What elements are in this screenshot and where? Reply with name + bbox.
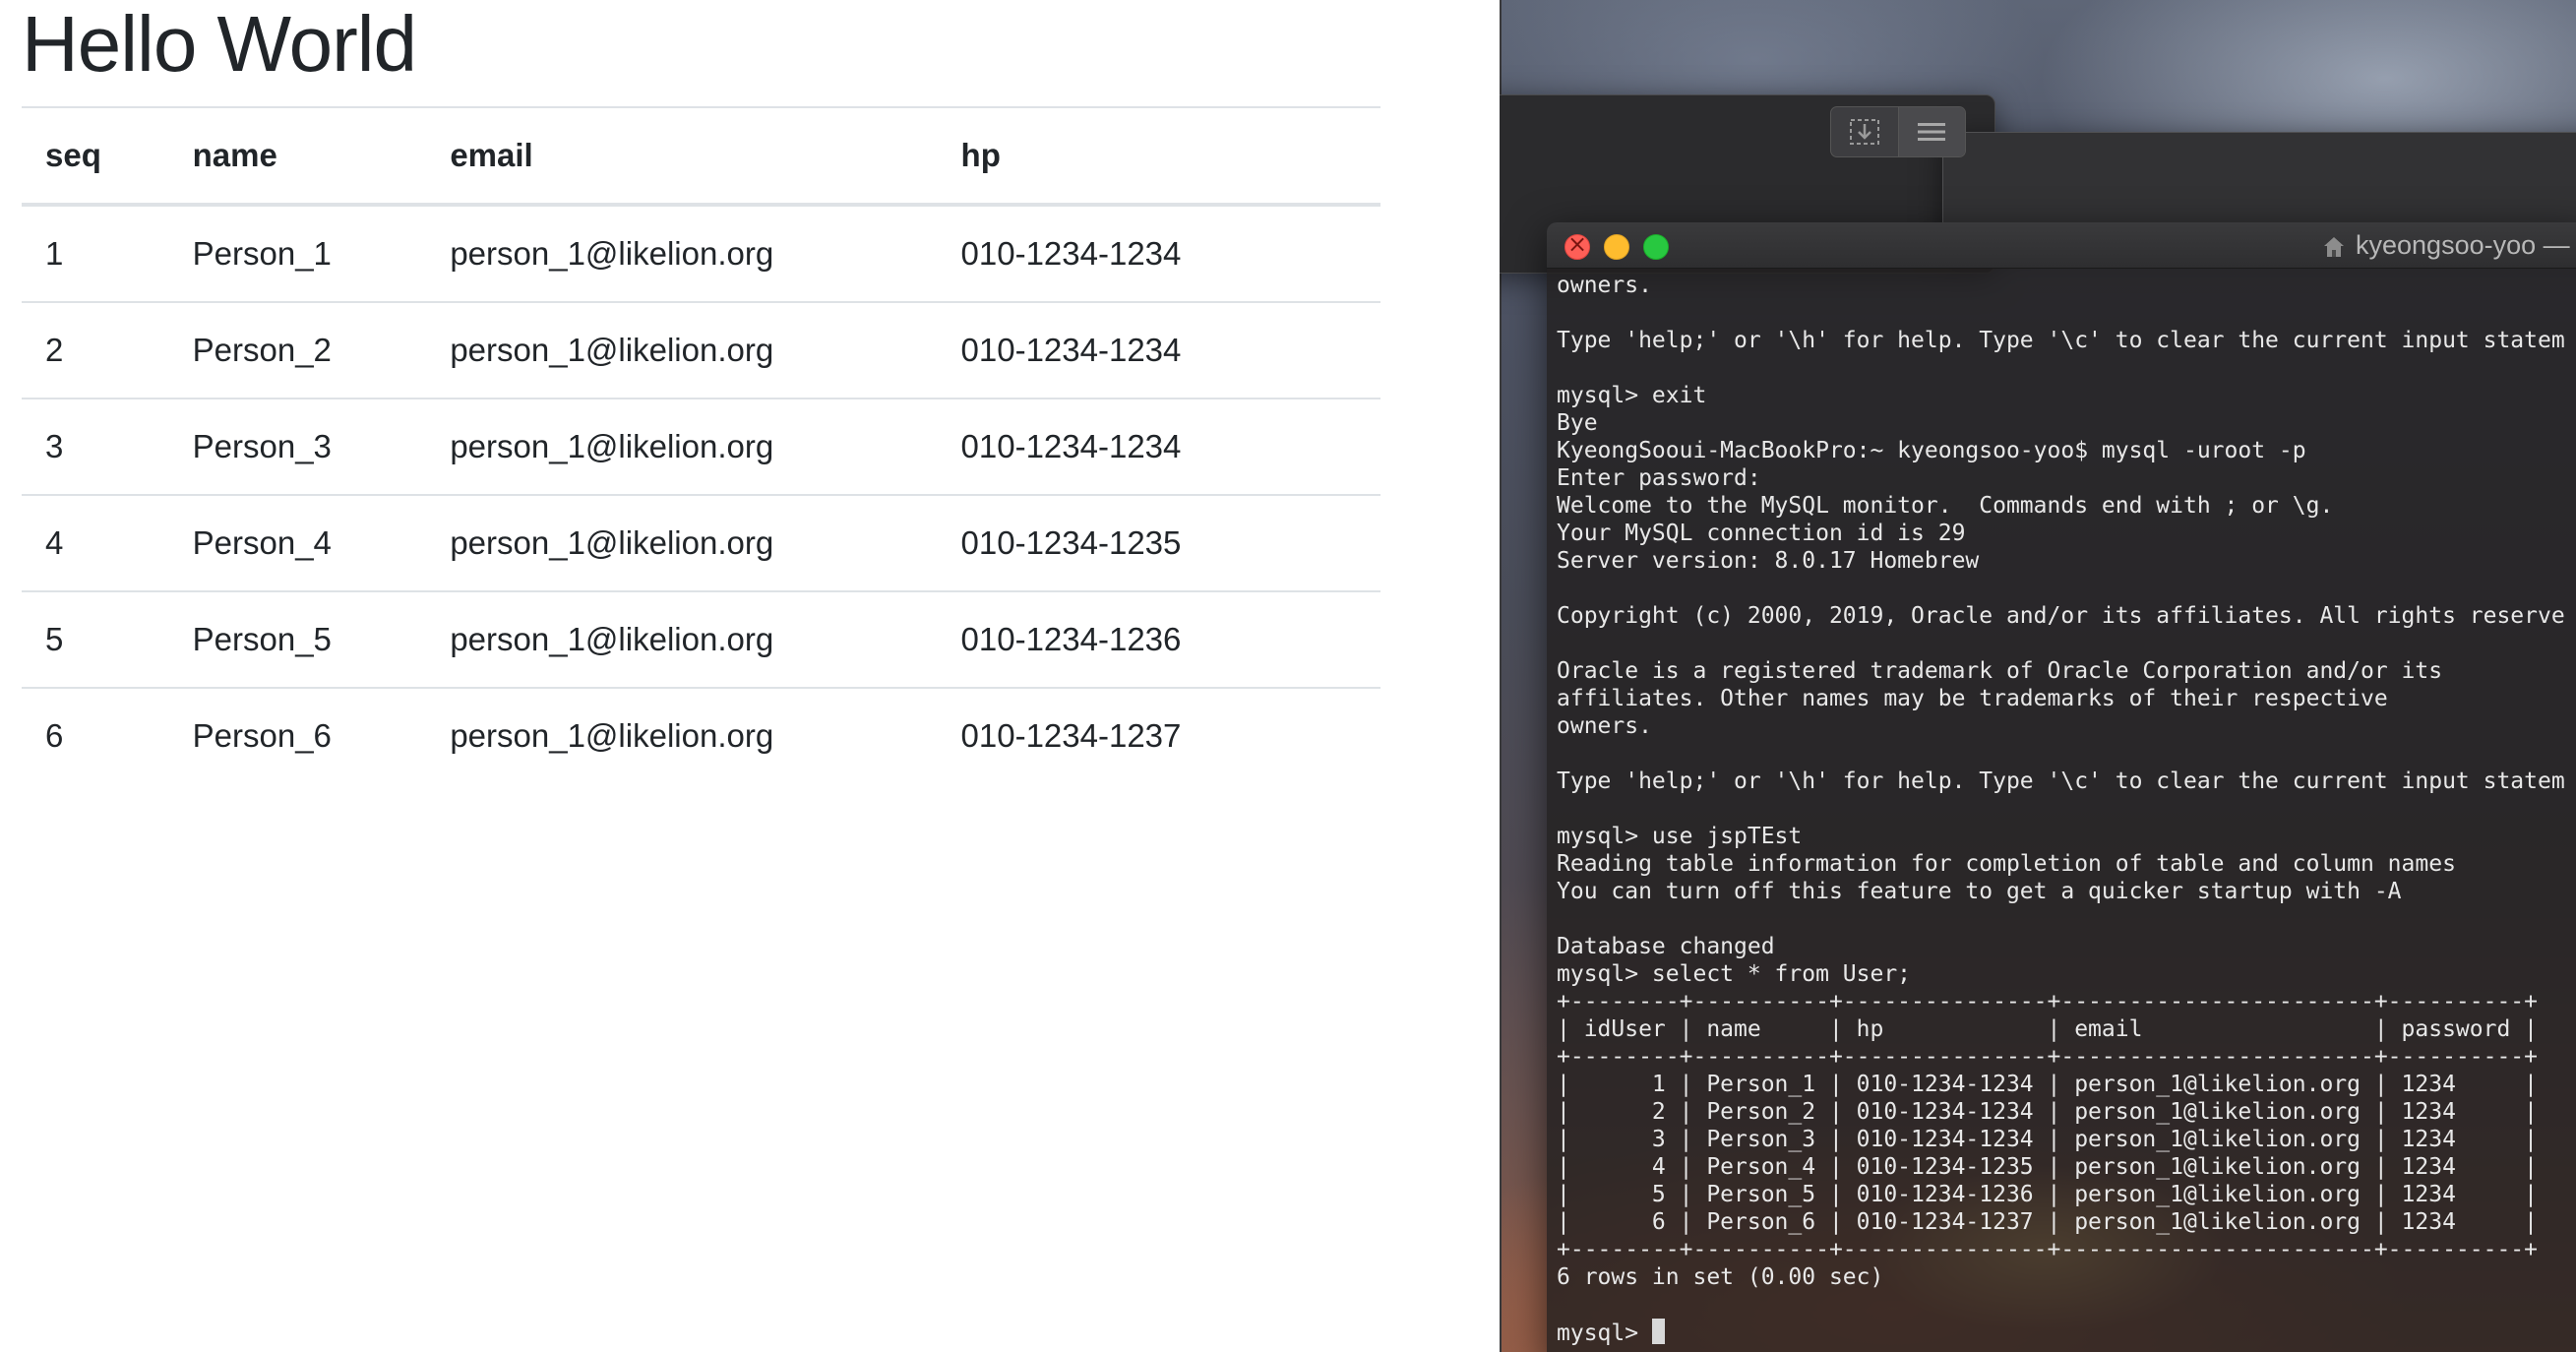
page-title: Hello World [22,0,417,88]
download-icon [1849,119,1879,145]
table-row: 6 Person_6 person_1@likelion.org 010-123… [22,688,1380,783]
column-header-seq: seq [22,106,169,207]
cell-email: person_1@likelion.org [450,717,774,754]
column-header-hp: hp [937,106,1380,207]
home-icon [2324,236,2344,257]
cell-name: Person_3 [168,399,427,496]
web-page: Hello World seq name email hp 1 Person_1… [0,0,1500,1352]
cell-name: Person_2 [168,302,427,399]
cell-seq: 2 [22,302,169,399]
cell-seq: 1 [22,205,169,303]
cell-email: person_1@likelion.org [426,399,938,496]
close-button[interactable] [1564,230,1590,260]
cell-seq: 4 [22,495,169,592]
cell-hp: 010-1234-1234 [937,399,1380,496]
cell-name: Person_5 [168,591,427,689]
cell-seq: 3 [22,399,169,496]
cell-name: Person_4 [168,495,427,592]
terminal-title-text: kyeongsoo-yoo — m [2356,230,2576,260]
desktop-background: kyeongsoo-yoo — m owners. Type 'help;' o… [1500,0,2576,1352]
table-row: 1 Person_1 person_1@likelion.org 010-123… [22,205,1380,303]
cell-name: Person_6 [192,717,332,754]
user-table: seq name email hp 1 Person_1 person_1@li… [22,106,1380,783]
terminal-title: kyeongsoo-yoo — m [2322,222,2576,268]
table-row: 3 Person_3 person_1@likelion.org 010-123… [22,399,1380,496]
terminal-window[interactable]: kyeongsoo-yoo — m owners. Type 'help;' o… [1547,222,2576,1352]
table-row: 4 Person_4 person_1@likelion.org 010-123… [22,495,1380,592]
terminal-output[interactable]: owners. Type 'help;' or '\h' for help. T… [1557,272,2565,1347]
terminal-titlebar[interactable]: kyeongsoo-yoo — m [1547,222,2576,269]
cell-seq: 6 [45,717,64,754]
download-button[interactable] [1831,107,1898,156]
terminal-text: owners. Type 'help;' or '\h' for help. T… [1557,273,2565,1290]
cell-name: Person_1 [168,205,427,303]
terminal-prompt: mysql> [1557,1321,1652,1346]
cell-hp: 010-1234-1235 [937,495,1380,592]
minimize-button[interactable] [1604,234,1629,260]
cell-hp: 010-1234-1237 [960,717,1182,754]
list-view-button[interactable] [1897,107,1965,156]
zoom-button[interactable] [1643,234,1669,260]
cell-email: person_1@likelion.org [426,591,938,689]
table-header: seq name email hp [22,106,1380,207]
table-row: 2 Person_2 person_1@likelion.org 010-123… [22,302,1380,399]
cell-email: person_1@likelion.org [426,302,938,399]
list-icon [1918,123,1946,141]
column-header-name: name [168,106,427,207]
table-row: 5 Person_5 person_1@likelion.org 010-123… [22,591,1380,689]
header-row: seq name email hp [22,106,1380,207]
table-body: 1 Person_1 person_1@likelion.org 010-123… [22,205,1380,783]
cell-email: person_1@likelion.org [426,495,938,592]
cell-hp: 010-1234-1236 [937,591,1380,689]
terminal-cursor [1651,1319,1665,1344]
cell-hp: 010-1234-1234 [937,302,1380,399]
cell-email: person_1@likelion.org [426,205,938,303]
background-window-toolbar [1830,106,1966,157]
cell-seq: 5 [22,591,169,689]
column-header-email: email [426,106,938,207]
cell-hp: 010-1234-1234 [937,205,1380,303]
